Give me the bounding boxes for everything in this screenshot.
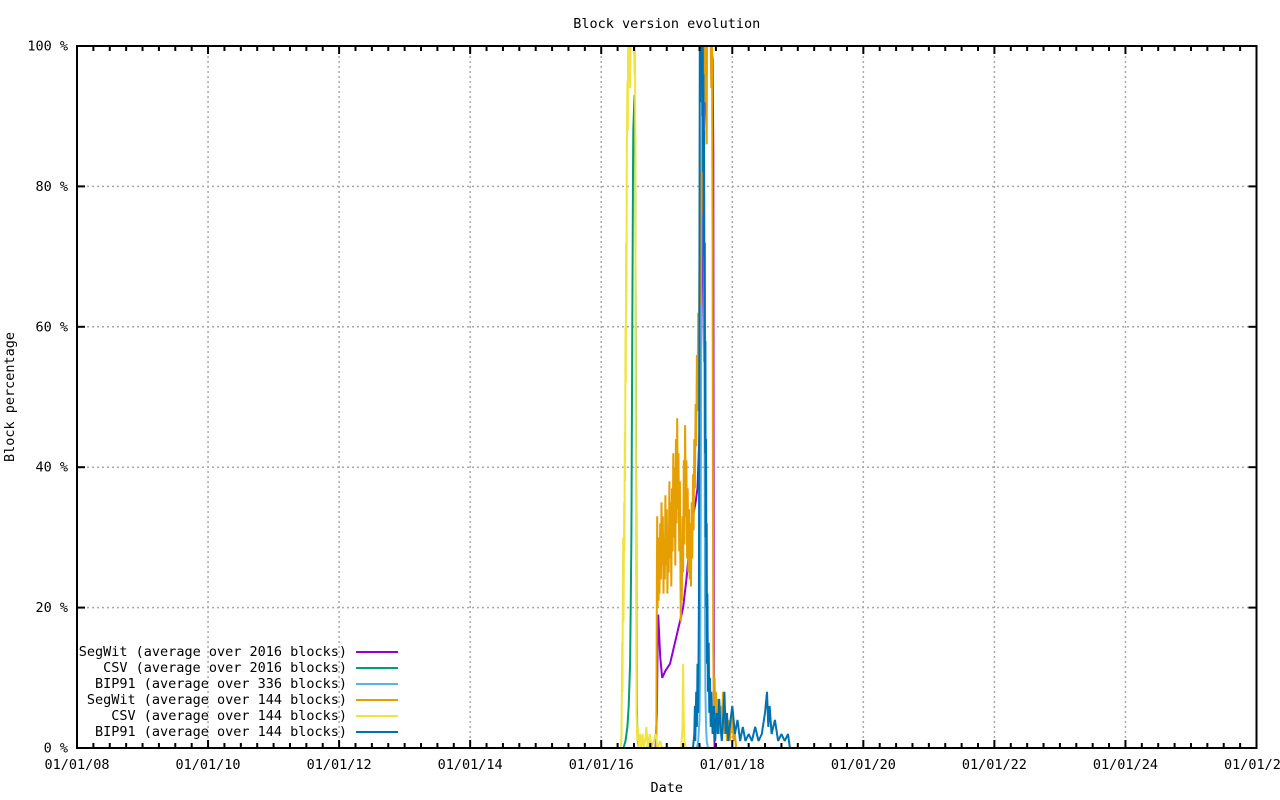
legend-label: SegWit (average over 144 blocks) [87, 692, 347, 708]
x-tick-label: 01/01/08 [44, 757, 109, 773]
legend-line-swatch [356, 667, 398, 669]
y-axis-title: Block percentage [2, 332, 18, 462]
x-tick-label: 01/01/14 [438, 757, 503, 773]
y-tick-label: 20 % [35, 600, 68, 616]
y-tick-label: 0 % [44, 741, 68, 757]
legend-label: BIP91 (average over 144 blocks) [95, 724, 347, 740]
chart-canvas: 01/01/08 01/01/10 01/01/12 01/01/14 01/01/16… [0, 0, 1280, 800]
series-line-segwit-144 [656, 46, 739, 748]
x-tick-label: 01/01/22 [962, 757, 1027, 773]
chart-title: Block version evolution [573, 16, 760, 32]
x-tick-label: 01/01/26 [1224, 757, 1280, 773]
x-tick-label: 01/01/10 [176, 757, 241, 773]
y-tick-label: 40 % [35, 460, 68, 476]
legend-item-segwit-2016: SegWit (average over 2016 blocks) [77, 644, 398, 660]
y-tick-label: 100 % [27, 39, 68, 55]
legend-label: CSV (average over 144 blocks) [111, 708, 347, 724]
x-tick-label: 01/01/18 [700, 757, 765, 773]
x-tick-label: 01/01/20 [831, 757, 896, 773]
x-tick-label: 01/01/12 [307, 757, 372, 773]
x-axis-title: Date [650, 780, 683, 796]
plot-border [77, 46, 1257, 748]
y-tick-label: 80 % [35, 179, 68, 195]
x-tick-label: 01/01/16 [569, 757, 634, 773]
legend-label: SegWit (average over 2016 blocks) [79, 644, 347, 660]
legend-item-bip91-336: BIP91 (average over 336 blocks) [77, 676, 398, 692]
legend-item-bip91-144: BIP91 (average over 144 blocks) [77, 724, 398, 740]
series-line-bip91-144 [693, 46, 790, 748]
chart-legend: SegWit (average over 2016 blocks) CSV (a… [77, 644, 398, 740]
series-line-csv-2016 [624, 95, 657, 748]
legend-line-swatch [356, 651, 398, 653]
legend-line-swatch [356, 715, 398, 717]
legend-label: BIP91 (average over 336 blocks) [95, 676, 347, 692]
y-tick-label: 60 % [35, 319, 68, 335]
legend-item-segwit-144: SegWit (average over 144 blocks) [77, 692, 398, 708]
legend-line-swatch [356, 699, 398, 701]
x-tick-label: 01/01/24 [1093, 757, 1158, 773]
legend-line-swatch [356, 683, 398, 685]
legend-item-csv-144: CSV (average over 144 blocks) [77, 708, 398, 724]
legend-item-csv-2016: CSV (average over 2016 blocks) [77, 660, 398, 676]
legend-label: CSV (average over 2016 blocks) [103, 660, 347, 676]
legend-line-swatch [356, 731, 398, 733]
